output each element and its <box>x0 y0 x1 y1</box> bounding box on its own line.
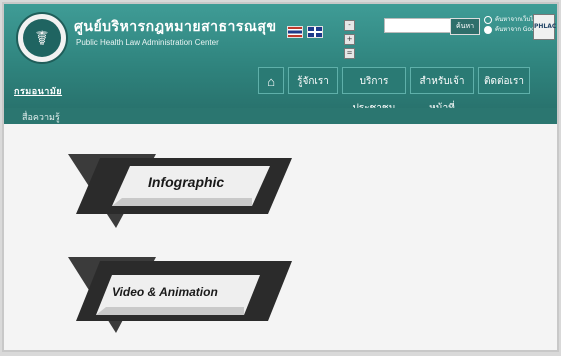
site-title[interactable]: ศูนย์บริหารกฎหมายสาธารณสุข <box>74 16 277 38</box>
search-input[interactable] <box>384 18 452 33</box>
search-button[interactable]: ค้นหา <box>450 18 480 35</box>
center-logo[interactable]: PHLAC <box>533 14 556 40</box>
banner-label: Infographic <box>148 174 225 190</box>
nav-contact[interactable]: ติดต่อเรา <box>478 67 530 94</box>
font-decrease-button[interactable]: - <box>344 20 355 31</box>
ministry-logo[interactable]: ☤ <box>16 12 68 64</box>
language-switcher <box>287 26 323 38</box>
site-subtitle: Public Health Law Administration Center <box>76 38 219 47</box>
nav-staff[interactable]: สำหรับเจ้าหน้าที่ <box>410 67 474 114</box>
home-icon: ⌂ <box>267 74 275 89</box>
font-reset-button[interactable]: = <box>344 48 355 59</box>
nav-about[interactable]: รู้จักเรา <box>288 67 338 94</box>
infographic-banner[interactable]: Infographic <box>60 144 300 228</box>
banner-label: Video & Animation <box>112 285 218 299</box>
nav-home-button[interactable]: ⌂ <box>258 67 284 94</box>
radio-icon[interactable] <box>484 26 492 34</box>
radio-icon[interactable] <box>484 16 492 24</box>
org-name[interactable]: กรมอนามัย <box>14 84 62 98</box>
text-size-controls: - + = <box>344 20 368 59</box>
browser-viewport: ☤ กรมอนามัย ศูนย์บริหารกฎหมายสาธารณสุข P… <box>4 4 557 350</box>
thai-flag-icon[interactable] <box>287 26 303 38</box>
uk-flag-icon[interactable] <box>307 26 323 38</box>
nav-services[interactable]: บริการประชาชน <box>342 67 406 114</box>
breadcrumb-bar: สื่อความรู้ <box>4 108 557 124</box>
breadcrumb[interactable]: สื่อความรู้ <box>22 110 60 124</box>
site-header: ☤ กรมอนามัย ศูนย์บริหารกฎหมายสาธารณสุข P… <box>4 4 557 119</box>
font-increase-button[interactable]: + <box>344 34 355 45</box>
main-nav: ⌂ รู้จักเรา บริการประชาชน สำหรับเจ้าหน้า… <box>258 67 530 114</box>
caduceus-icon: ☤ <box>23 19 61 57</box>
video-animation-banner[interactable]: Video & Animation <box>60 249 300 333</box>
